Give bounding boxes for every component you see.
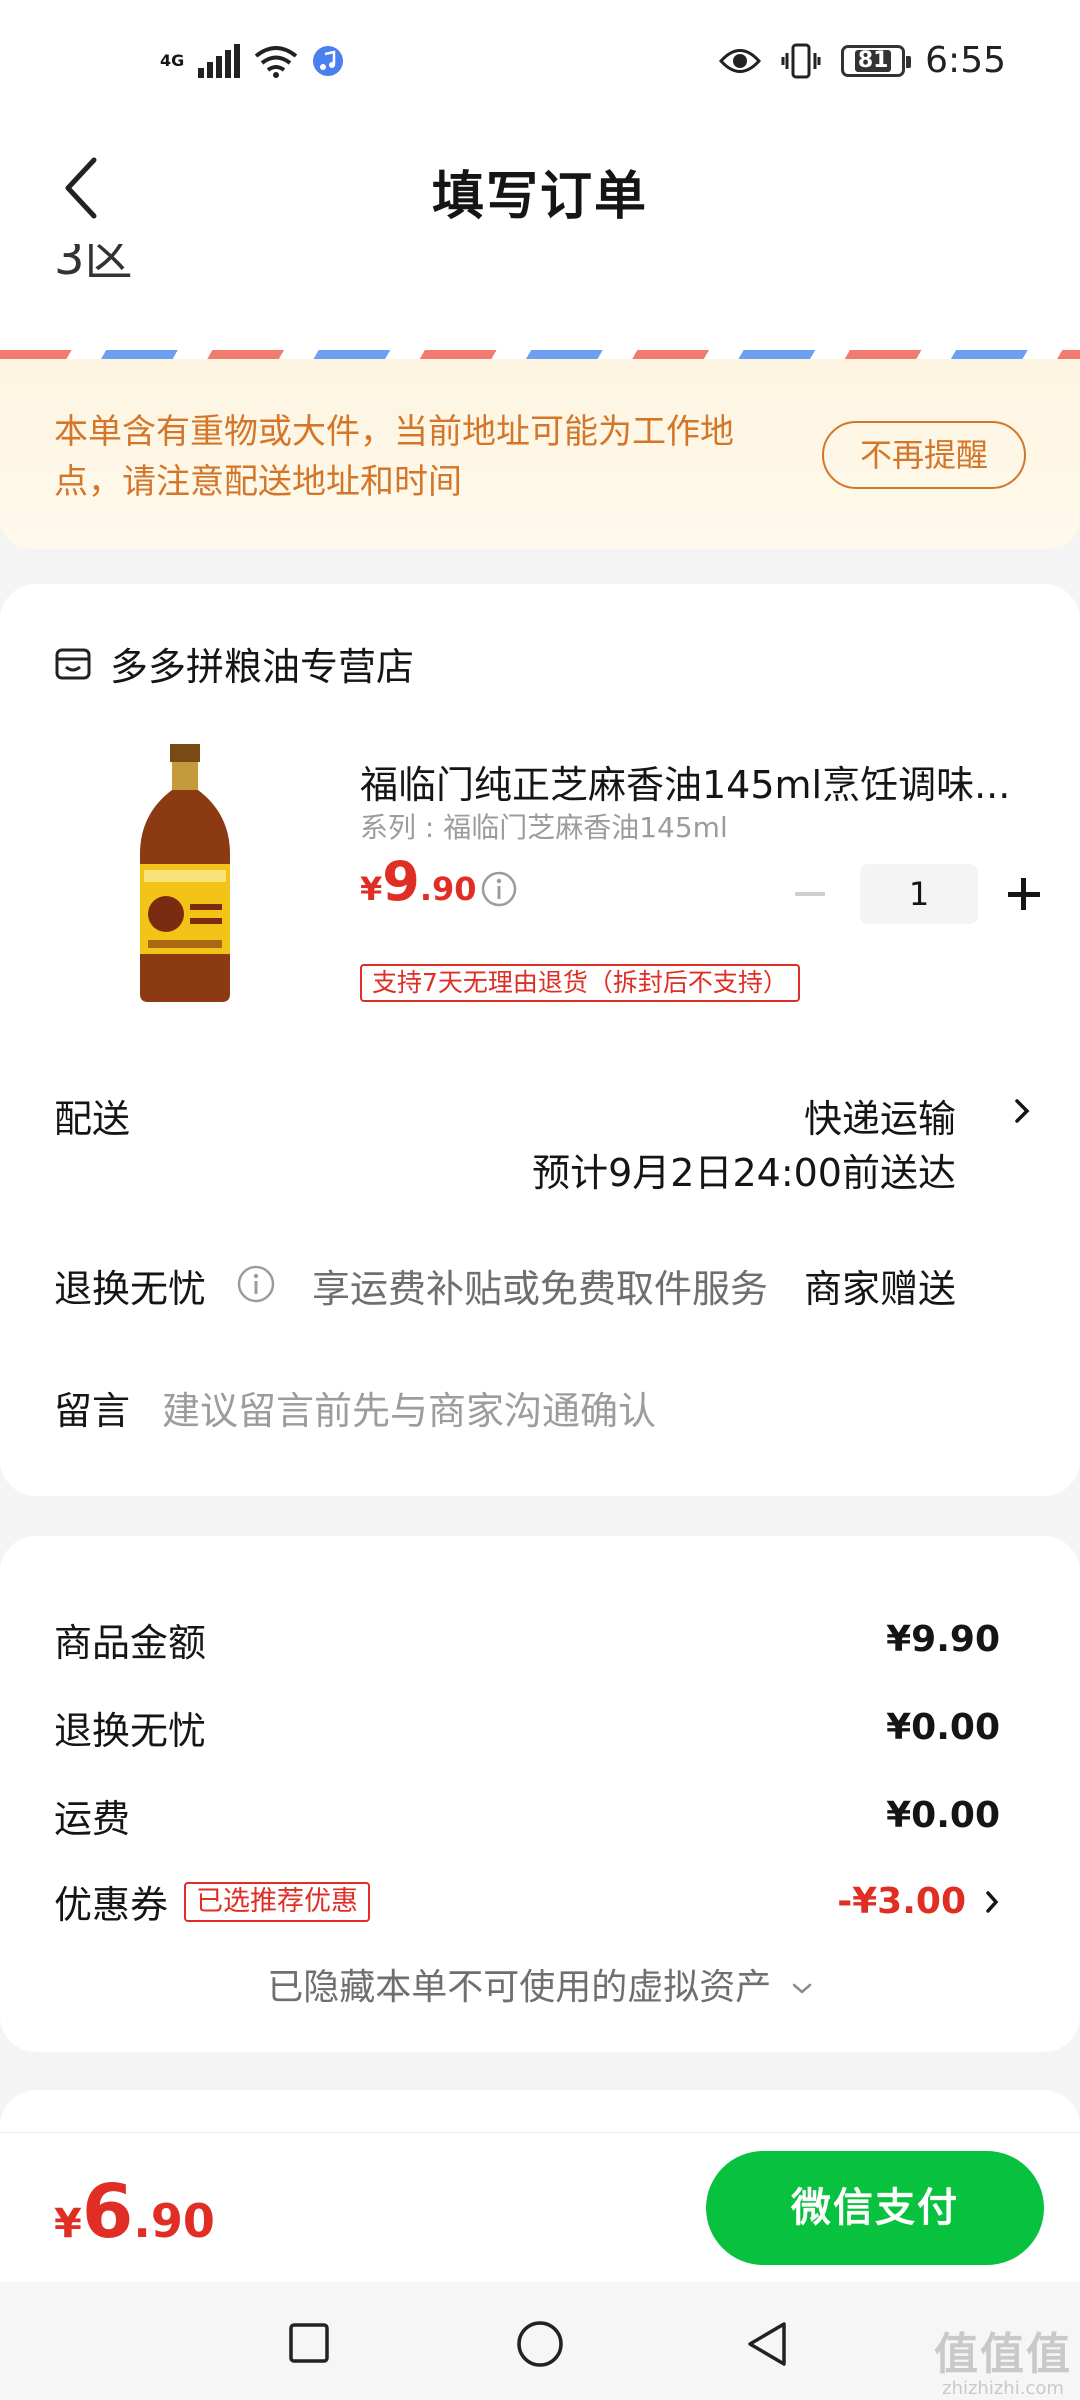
coupon-left: 优惠券 已选推荐优惠 (54, 1874, 371, 1929)
shipping-eta: 预计9月2日24:00前送达 (532, 1151, 956, 1195)
goods-amount-label: 商品金额 (54, 1621, 207, 1665)
clock: 6:55 (925, 40, 1006, 81)
order-card: 多多拼粮油专营店 福临门纯正芝麻香油145ml烹饪调味... 系列 : 福临门芝… (0, 584, 1080, 1496)
music-app-icon (313, 46, 344, 76)
page-title: 填写订单 (431, 167, 648, 227)
dismiss-notice-button[interactable]: 不再提醒 (822, 421, 1026, 489)
freight-label: 运费 (54, 1797, 131, 1841)
quantity-stepper: 1 (780, 864, 1048, 924)
worry-free-fee-row: 退换无忧 ¥0.00 (54, 1700, 1000, 1755)
address-partial-text: 3区 (54, 244, 133, 286)
decrease-quantity-button[interactable] (780, 864, 840, 924)
freight-value: ¥0.00 (886, 1795, 1000, 1836)
total-price: ¥ 6 .90 (54, 2169, 215, 2255)
shipping-method[interactable]: 快递运输 (804, 1088, 956, 1143)
watermark-url: zhizhizhi.com (942, 2378, 1064, 2399)
quantity-input[interactable]: 1 (860, 864, 978, 924)
notice-text: 本单含有重物或大件，当前地址可能为工作地点，请注意配送地址和时间 (54, 412, 734, 502)
wechat-pay-button[interactable]: 微信支付 (706, 2151, 1044, 2265)
vibrate-icon (781, 43, 821, 78)
message-label: 留言 (54, 1389, 131, 1433)
coupon-row[interactable]: 优惠券 已选推荐优惠 -¥3.00 (54, 1874, 1000, 1929)
address-card[interactable]: 3区 (0, 244, 1080, 354)
goods-amount-row: 商品金额 ¥9.90 (54, 1612, 1000, 1667)
eye-icon (719, 48, 762, 73)
recent-apps-icon[interactable] (288, 2322, 330, 2364)
price-decimal: .90 (419, 870, 477, 908)
price-info-icon[interactable] (480, 870, 518, 908)
product-title[interactable]: 福临门纯正芝麻香油145ml烹饪调味... (360, 754, 1020, 809)
airmail-border (0, 350, 1080, 359)
shipping-chevron-icon[interactable] (1012, 1096, 1032, 1126)
price-currency: ¥ (360, 870, 383, 908)
coupon-value: -¥3.00 (837, 1881, 966, 1922)
worry-free-description: 享运费补贴或免费取件服务 (312, 1267, 769, 1311)
increase-quantity-button[interactable] (998, 864, 1048, 924)
coupon-label: 优惠券 (54, 1883, 169, 1927)
status-right: 81 6:55 (719, 40, 1006, 81)
freight-row: 运费 ¥0.00 (54, 1788, 1000, 1843)
back-nav-icon[interactable] (744, 2320, 788, 2368)
nav-bar: 填写订单 (0, 132, 1080, 244)
hidden-assets-text: 已隐藏本单不可使用的虚拟资产 (267, 1967, 772, 2008)
worry-free-label: 退换无忧 (54, 1267, 207, 1311)
chevron-down-icon (792, 1983, 811, 1994)
status-left: 4G (160, 44, 344, 78)
coupon-chevron-icon (986, 1890, 999, 1913)
shop-row[interactable]: 多多拼粮油专营店 (54, 636, 414, 691)
goods-amount-value: ¥9.90 (886, 1619, 1000, 1660)
worry-free-info-icon[interactable] (236, 1264, 276, 1304)
battery-level: 81 (854, 49, 892, 72)
coupon-recommended-tag: 已选推荐优惠 (184, 1881, 371, 1922)
system-navigation-bar (0, 2282, 1080, 2400)
product-spec[interactable]: 系列 : 福临门芝麻香油145ml (360, 806, 728, 846)
worry-free-fee-value: ¥0.00 (886, 1707, 1000, 1748)
signal-icon (198, 44, 241, 78)
message-input[interactable]: 建议留言前先与商家沟通确认 (162, 1380, 656, 1435)
hidden-assets-toggle[interactable]: 已隐藏本单不可使用的虚拟资产 (0, 1958, 1080, 2010)
coupon-right: -¥3.00 (837, 1881, 1000, 1922)
product-price: ¥ 9 .90 (360, 850, 477, 913)
network-type: 4G (160, 51, 185, 70)
price-integer: 9 (382, 850, 420, 913)
battery-icon: 81 (841, 44, 912, 77)
checkout-bar: ¥ 6 .90 微信支付 (0, 2132, 1080, 2282)
wifi-icon (255, 46, 298, 78)
total-integer: 6 (81, 2169, 134, 2255)
watermark-logo: 值值值 zhizhizhi.com (934, 2318, 1072, 2399)
heavy-item-notice: 本单含有重物或大件，当前地址可能为工作地点，请注意配送地址和时间 不再提醒 (0, 359, 1080, 549)
total-decimal: .90 (133, 2194, 215, 2248)
price-summary-card: 商品金额 ¥9.90 退换无忧 ¥0.00 运费 ¥0.00 优惠券 已选推荐优… (0, 1536, 1080, 2052)
worry-free-fee-label: 退换无忧 (54, 1709, 207, 1753)
worry-free-value: 商家赠送 (803, 1267, 956, 1311)
shipping-label: 配送 (54, 1097, 131, 1141)
total-currency: ¥ (54, 2201, 82, 2247)
return-policy-tag: 支持7天无理由退货（拆封后不支持） (360, 964, 800, 1002)
home-icon[interactable] (516, 2320, 564, 2368)
shop-icon (55, 648, 91, 679)
shop-name: 多多拼粮油专营店 (110, 645, 415, 689)
watermark-text: 值值值 (934, 2329, 1072, 2380)
status-bar: 4G 81 6:55 (0, 0, 1080, 132)
product-image[interactable] (110, 744, 260, 1004)
